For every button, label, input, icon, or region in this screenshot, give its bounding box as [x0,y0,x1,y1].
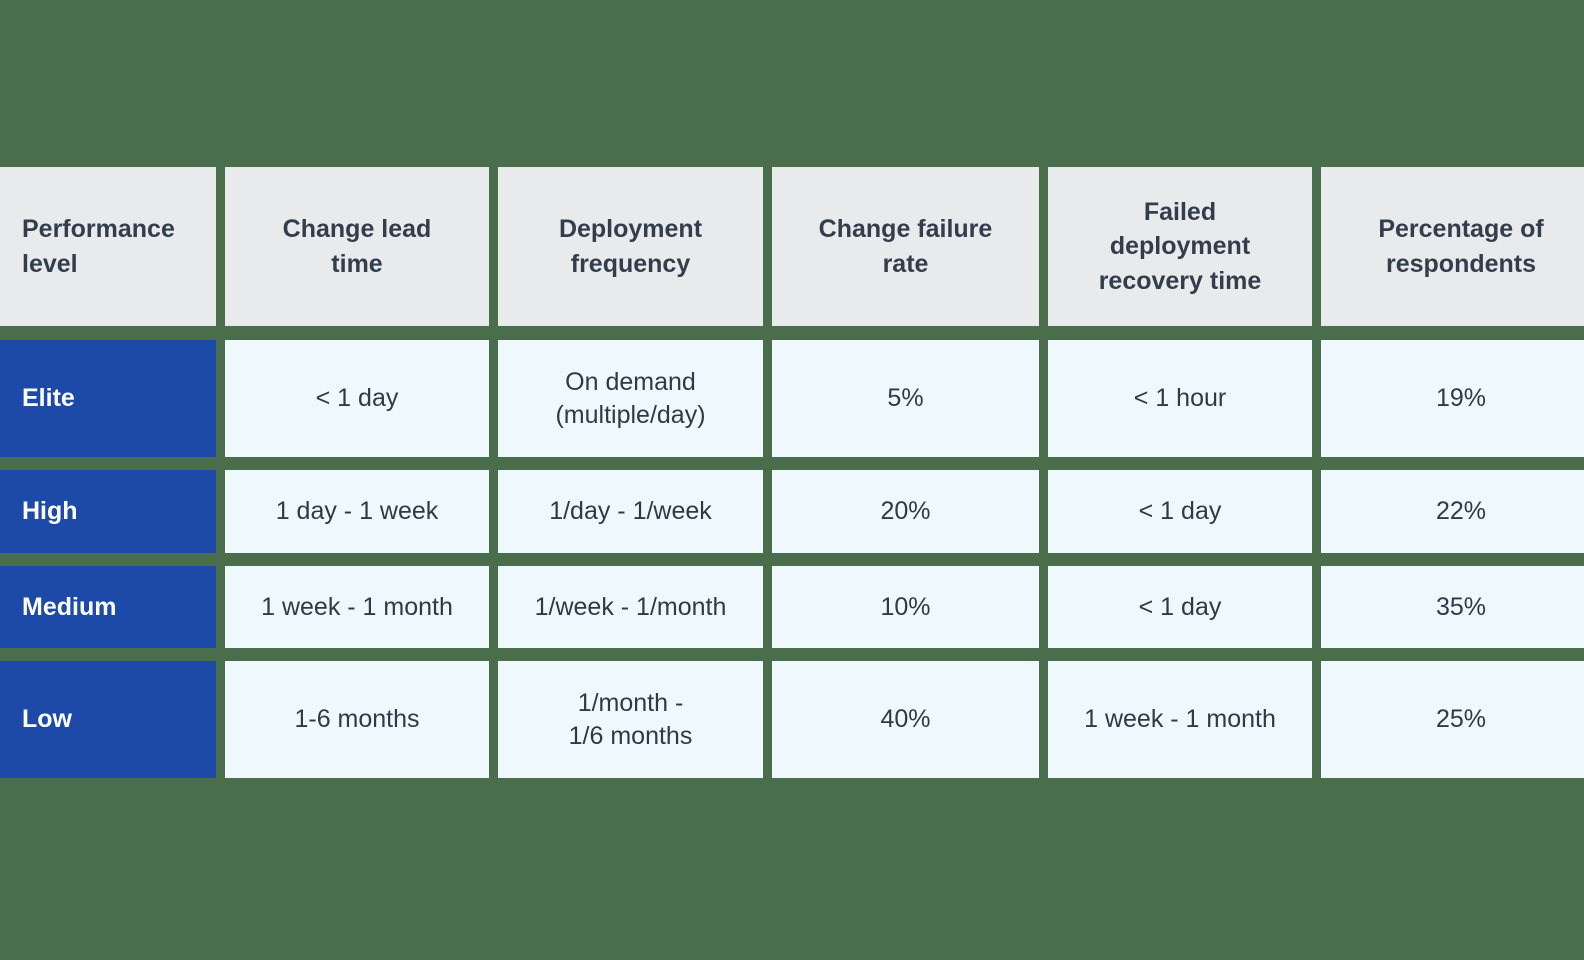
cell-line: 1/day - 1/week [549,497,712,525]
cell-line: < 1 day [1138,592,1222,621]
table-cell-percentage-of-respondents: 35% [1321,566,1584,648]
column-header-line: Change lead [282,215,432,243]
cell-line: 40% [880,705,931,733]
table-cell-deployment-frequency: On demand (multiple/day) [498,340,763,457]
cell-line: 1-6 months [294,705,420,733]
column-header-percentage-of-respondents: Percentage of respondents [1321,167,1584,326]
table-cell-deployment-frequency: 1/day - 1/week [498,470,763,553]
column-header-change-lead-time: Change lead time [225,167,489,326]
table-cell-change-failure-rate: 5% [772,340,1039,457]
performance-level-label: Low [0,661,216,778]
cell-line: 20% [880,497,931,525]
table-cell-failed-deployment-recovery-time: < 1 day [1048,470,1312,553]
table-cell-failed-deployment-recovery-time: < 1 hour [1048,340,1312,457]
table-cell-change-lead-time: 1 week - 1 month [225,566,489,648]
cell-line: 1/6 months [568,721,693,750]
table-cell-change-lead-time: < 1 day [225,340,489,457]
column-header-line: Deployment [558,215,703,243]
table-cell-change-failure-rate: 40% [772,661,1039,778]
column-header-change-failure-rate: Change failure rate [772,167,1039,326]
column-header-failed-deployment-recovery-time: Failed deployment recovery time [1048,167,1312,326]
column-header-line: rate [882,249,929,278]
column-header-performance-level: Performance level [0,167,216,326]
cell-line: < 1 day [315,384,399,412]
column-header-line: Failed [1143,197,1217,226]
table-row: Low 1-6 months 1/month - 1/6 months 40% … [0,661,1584,778]
performance-level-label: High [0,470,216,553]
performance-level-label: Medium [0,566,216,648]
column-header-line: Change failure [818,215,993,243]
cell-line: < 1 hour [1133,384,1227,412]
performance-level-label: Elite [0,340,216,457]
column-header-line: Performance [22,215,175,243]
cell-line: 1 week - 1 month [261,592,453,621]
cell-line: 1/week - 1/month [534,592,727,621]
column-header-deployment-frequency: Deployment frequency [498,167,763,326]
cell-line: 22% [1435,497,1487,525]
cell-line: 10% [880,592,931,621]
table-row: High 1 day - 1 week 1/day - 1/week 20% <… [0,470,1584,553]
cell-line: 25% [1435,705,1487,733]
column-header-line: respondents [1385,249,1537,278]
table-cell-deployment-frequency: 1/month - 1/6 months [498,661,763,778]
performance-levels-table: Performance level Change lead time Deplo… [0,167,1584,778]
cell-line: On demand [565,367,696,396]
table-cell-percentage-of-respondents: 25% [1321,661,1584,778]
table-row: Medium 1 week - 1 month 1/week - 1/month… [0,566,1584,648]
table-cell-change-failure-rate: 20% [772,470,1039,553]
performance-levels-table-wrapper: Performance level Change lead time Deplo… [0,167,1584,778]
table-cell-failed-deployment-recovery-time: < 1 day [1048,566,1312,648]
column-header-line: recovery time [1098,266,1262,295]
cell-line: 19% [1435,384,1487,412]
table-cell-change-lead-time: 1 day - 1 week [225,470,489,553]
column-header-line: frequency [570,249,691,278]
table-cell-deployment-frequency: 1/week - 1/month [498,566,763,648]
cell-line: 1 week - 1 month [1084,705,1276,733]
cell-line: < 1 day [1138,497,1222,525]
table-cell-percentage-of-respondents: 22% [1321,470,1584,553]
table-header-row: Performance level Change lead time Deplo… [0,167,1584,326]
column-header-line: time [331,249,383,278]
table-cell-failed-deployment-recovery-time: 1 week - 1 month [1048,661,1312,778]
cell-line: 1 day - 1 week [275,497,439,525]
table-cell-change-lead-time: 1-6 months [225,661,489,778]
table-row: Elite < 1 day On demand (multiple/day) 5… [0,340,1584,457]
column-header-line: deployment [1109,232,1251,261]
column-header-line: level [22,249,78,278]
column-header-line: Percentage of [1378,215,1544,243]
cell-line: 35% [1435,592,1487,621]
cell-line: 1/month - [577,688,684,717]
table-cell-percentage-of-respondents: 19% [1321,340,1584,457]
cell-line: 5% [887,384,924,412]
cell-line: (multiple/day) [555,400,706,429]
table-cell-change-failure-rate: 10% [772,566,1039,648]
